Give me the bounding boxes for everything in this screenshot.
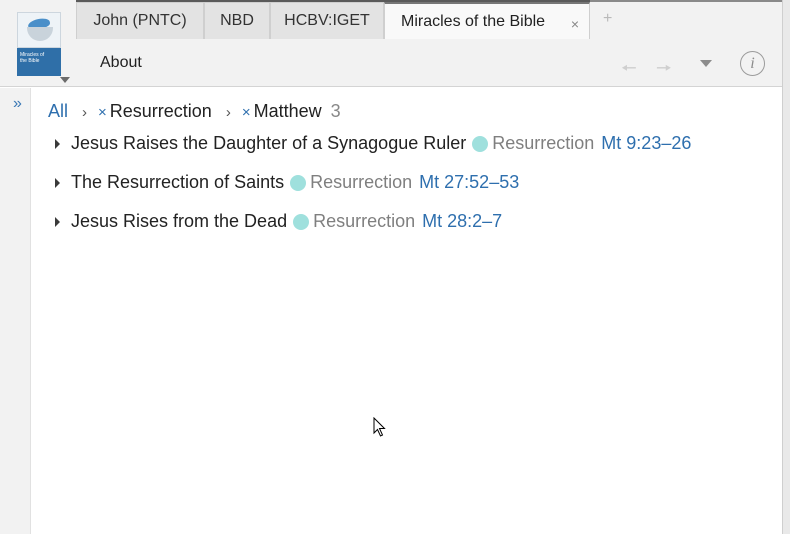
list-item[interactable]: The Resurrection of Saints Resurrection … [55,172,519,193]
forward-arrow-icon[interactable]: 🠖 [656,56,672,86]
expand-panel-icon[interactable]: » [13,95,22,113]
tab-hcbv-iget[interactable]: HCBV:IGET [270,2,384,39]
bowl-icon [27,27,53,41]
result-count: 3 [330,101,341,121]
about-button[interactable]: About [100,54,142,72]
back-arrow-icon[interactable]: 🠔 [621,56,637,86]
bible-reference-link[interactable]: Mt 27:52–53 [419,172,519,193]
cover-title-line2: the Bible [20,58,40,64]
miracle-category: Resurrection [492,133,595,153]
tab-label: HCBV:IGET [284,12,370,29]
breadcrumb-all[interactable]: All [48,101,68,121]
remove-filter-resurrection-icon[interactable]: × [98,104,107,121]
tab-nbd[interactable]: NBD [204,2,270,39]
miracle-title[interactable]: Jesus Rises from the Dead [71,211,287,232]
mouse-cursor-icon [373,417,386,437]
category-dot-icon [293,213,310,230]
miracle-category: Resurrection [313,211,416,231]
app-window: Miracles of the Bible John (PNTC) NBD HC… [0,0,790,534]
bible-reference-link[interactable]: Mt 9:23–26 [601,133,691,154]
history-dropdown-icon[interactable] [700,60,712,67]
breadcrumb-filter-resurrection[interactable]: Resurrection [110,101,212,121]
breadcrumb: All › × Resurrection › × Matthew 3 [48,101,341,122]
tab-label: NBD [220,12,254,29]
top-chrome: Miracles of the Bible John (PNTC) NBD HC… [0,0,782,87]
remove-filter-matthew-icon[interactable]: × [242,104,251,121]
tab-miracles-of-the-bible[interactable]: Miracles of the Bible × [384,2,590,39]
list-item[interactable]: Jesus Raises the Daughter of a Synagogue… [55,133,691,154]
tab-label: John (PNTC) [93,12,187,29]
close-icon[interactable]: × [571,16,579,32]
category-dot-icon [290,174,307,191]
miracle-title[interactable]: The Resurrection of Saints [71,172,284,193]
left-rail [0,88,31,534]
breadcrumb-filter-matthew[interactable]: Matthew [254,101,322,121]
breadcrumb-separator: › [82,104,88,121]
miracle-title[interactable]: Jesus Raises the Daughter of a Synagogue… [71,133,466,154]
window-right-edge [782,0,790,534]
category-dot-icon [472,135,489,152]
breadcrumb-separator: › [225,104,231,121]
cover-title: Miracles of the Bible [17,48,61,76]
info-icon[interactable]: i [740,51,765,76]
expand-triangle-icon[interactable] [55,177,60,188]
resource-cover-icon[interactable]: Miracles of the Bible [17,12,61,76]
new-tab-button[interactable]: + [603,10,612,28]
resource-menu-caret-icon[interactable] [60,77,70,83]
list-item[interactable]: Jesus Rises from the Dead Resurrection M… [55,211,502,232]
tab-label: Miracles of the Bible [401,12,546,30]
expand-triangle-icon[interactable] [55,138,60,149]
bible-reference-link[interactable]: Mt 28:2–7 [422,211,502,232]
tab-strip-border-right [590,0,782,2]
main-content [31,88,782,534]
cover-art [17,12,61,48]
tab-john-pntc[interactable]: John (PNTC) [76,2,204,39]
expand-triangle-icon[interactable] [55,216,60,227]
miracle-category: Resurrection [310,172,413,192]
